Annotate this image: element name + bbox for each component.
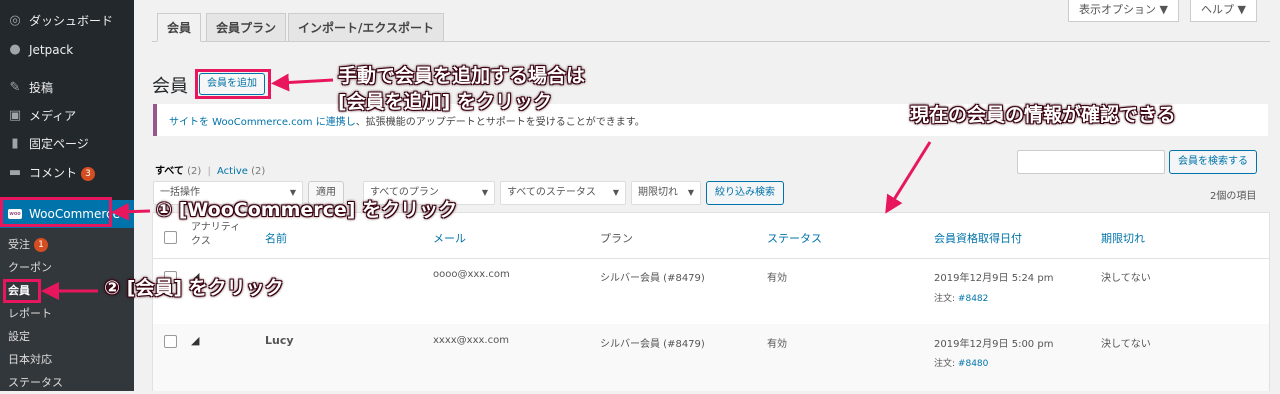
annotation-add-line1: 手動で会員を追加する場合は bbox=[338, 65, 586, 87]
annotation-arrows bbox=[41, 73, 932, 300]
arrow-add-member bbox=[271, 73, 334, 92]
arrow-woocommerce bbox=[111, 202, 151, 221]
annotation-step1: ① [WooCommerce] をクリック bbox=[156, 199, 458, 221]
annotation-add-line2: [会員を追加] をクリック bbox=[338, 91, 552, 113]
annotation-info: 現在の会員の情報が確認できる bbox=[910, 104, 1176, 126]
arrow-members-info bbox=[885, 141, 932, 214]
annotation-step2: ② [会員] をクリック bbox=[104, 277, 284, 299]
